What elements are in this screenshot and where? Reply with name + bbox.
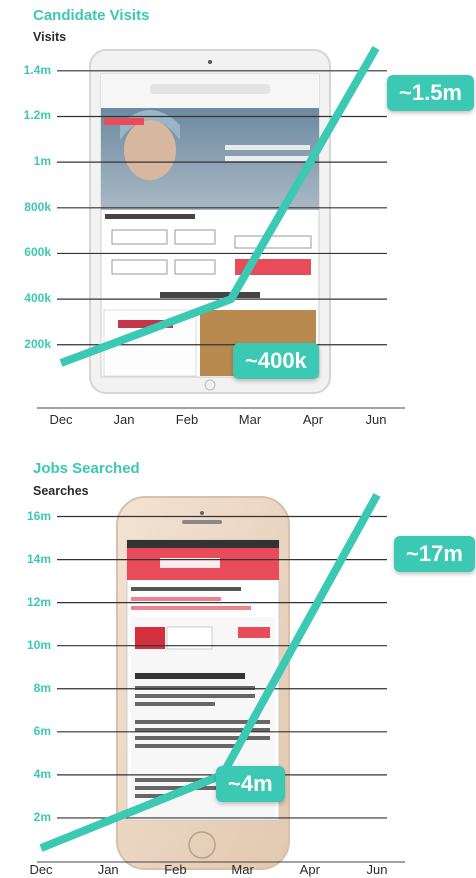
y-tick-label: 800k bbox=[24, 199, 51, 214]
charts-canvas bbox=[37, 46, 405, 870]
x-tick-label: Mar bbox=[231, 862, 254, 877]
y-tick-label: 1.4m bbox=[23, 62, 51, 77]
y-tick-label: 4m bbox=[33, 766, 51, 781]
y-tick-label: 200k bbox=[24, 336, 51, 351]
phone-image bbox=[116, 496, 290, 870]
y-tick-label: 600k bbox=[24, 245, 51, 260]
x-tick-label: Jun bbox=[366, 862, 388, 877]
value-callout: ~1.5m bbox=[387, 75, 474, 111]
y-tick-label: 400k bbox=[24, 291, 51, 306]
x-tick-label: Feb bbox=[175, 412, 199, 427]
value-callout: ~4m bbox=[216, 766, 285, 802]
x-tick-label: Jan bbox=[113, 412, 135, 427]
y-tick-label: 8m bbox=[33, 680, 51, 695]
value-callout: ~17m bbox=[394, 536, 475, 572]
x-tick-label: Apr bbox=[299, 862, 320, 877]
x-tick-label: Dec bbox=[29, 862, 53, 877]
x-tick-label: Jan bbox=[97, 862, 119, 877]
y-tick-label: 16m bbox=[26, 508, 51, 523]
x-tick-label: Feb bbox=[164, 862, 187, 877]
y-tick-label: 10m bbox=[26, 637, 51, 652]
x-tick-label: Dec bbox=[49, 412, 73, 427]
y-tick-label: 6m bbox=[33, 723, 51, 738]
x-tick-label: Apr bbox=[302, 412, 324, 427]
y-tick-label: 1m bbox=[33, 154, 51, 169]
y-tick-label: 12m bbox=[26, 594, 51, 609]
y-tick-label: 2m bbox=[33, 809, 51, 824]
y-tick-label: 14m bbox=[26, 551, 51, 566]
value-callout: ~400k bbox=[233, 343, 319, 379]
y-tick-label: 1.2m bbox=[23, 108, 51, 123]
x-tick-label: Jun bbox=[365, 412, 387, 427]
x-tick-label: Mar bbox=[238, 412, 262, 427]
